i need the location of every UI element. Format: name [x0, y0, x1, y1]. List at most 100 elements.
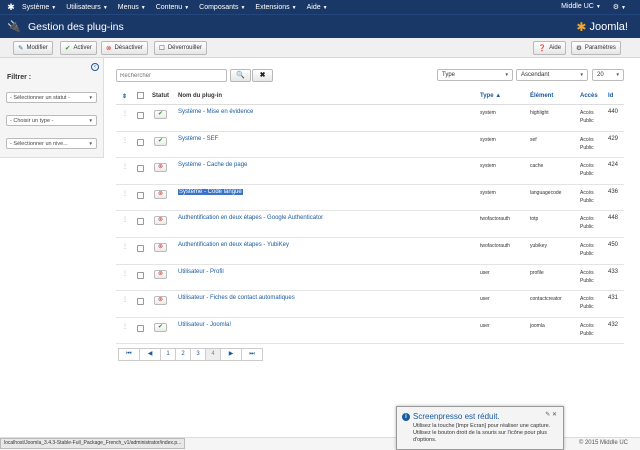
type-filter-select[interactable]: - Choisir un type - ▼	[6, 115, 97, 126]
clear-search-button[interactable]: ✖	[252, 69, 273, 82]
gear-icon[interactable]: ⚙ ▼	[613, 3, 626, 11]
menu-contenu[interactable]: Contenu ▼	[156, 4, 189, 11]
search-button[interactable]: 🔍	[230, 69, 251, 82]
parametres-button[interactable]: ⚙ Paramètres	[571, 41, 621, 55]
row-checkbox[interactable]	[137, 244, 144, 252]
limit-select[interactable]: 20 ▼	[592, 69, 624, 81]
drag-handle-icon[interactable]: ⋮	[122, 270, 128, 277]
menu-utilisateurs[interactable]: Utilisateurs ▼	[66, 4, 108, 11]
col-name[interactable]: Nom du plug-in	[178, 93, 222, 99]
col-access[interactable]: Accès	[580, 93, 598, 99]
plugin-element: languagecode	[530, 189, 562, 196]
drag-handle-icon[interactable]: ⋮	[122, 110, 128, 117]
col-status[interactable]: Statut	[152, 93, 169, 99]
plugin-name-link[interactable]: Système - SEF	[178, 136, 218, 142]
row-checkbox[interactable]	[137, 298, 144, 306]
page-1[interactable]: 1	[160, 348, 176, 361]
page-2[interactable]: 2	[175, 348, 191, 361]
disabled-x-icon[interactable]: ⊗	[154, 242, 167, 252]
page-3[interactable]: 3	[190, 348, 206, 361]
drag-handle-icon[interactable]: ⋮	[122, 216, 128, 223]
col-type[interactable]: Type ▲	[480, 93, 501, 99]
drag-handle-icon[interactable]: ⋮	[122, 137, 128, 144]
next-page-button[interactable]: ▶	[220, 348, 242, 361]
prev-page-button[interactable]: ◀	[139, 348, 161, 361]
drag-handle-icon[interactable]: ⋮	[122, 163, 128, 170]
search-input[interactable]	[116, 69, 227, 82]
button-label: Paramètres	[584, 45, 616, 51]
menu-menus[interactable]: Menus ▼	[118, 4, 146, 11]
drag-handle-icon[interactable]: ⋮	[122, 243, 128, 250]
plugin-name-link[interactable]: Authentification en deux étapes - YubiKe…	[178, 242, 289, 248]
row-checkbox[interactable]	[137, 218, 144, 226]
disabled-x-icon[interactable]: ⊗	[154, 269, 167, 279]
disabled-x-icon[interactable]: ⊗	[154, 189, 167, 199]
modifier-button[interactable]: ✎ Modifier	[13, 41, 53, 55]
row-checkbox[interactable]	[137, 165, 144, 173]
row-checkbox[interactable]	[137, 112, 144, 119]
col-id[interactable]: Id	[608, 93, 613, 99]
disabled-x-icon[interactable]: ⊗	[154, 296, 167, 306]
disabled-x-icon[interactable]: ⊗	[154, 163, 167, 173]
notification-line: Utilisez la touche [Impr Ecran] pour réa…	[413, 423, 551, 429]
page-4-current: 4	[205, 348, 221, 361]
collapse-sidebar-icon[interactable]: ‹	[91, 63, 99, 71]
table-row: ⋮ ⊗ Utilisateur - Fiches de contact automa…	[116, 291, 624, 318]
plugin-name-link[interactable]: Utilisateur - Profil	[178, 269, 224, 275]
filter-sidebar: ‹ Filtrer : - Sélectionner un statut - ▼ …	[0, 58, 104, 158]
level-filter-select[interactable]: - Sélectionner un nive... ▼	[6, 138, 97, 149]
enabled-check-icon[interactable]: ✔	[154, 136, 167, 146]
plugin-name-link[interactable]: Authentification en deux étapes - Google…	[178, 215, 323, 221]
plugin-element: totp	[530, 216, 539, 223]
row-checkbox[interactable]	[137, 324, 144, 332]
chevron-down-icon: ▼	[579, 72, 584, 77]
button-label: Déverrouiller	[167, 45, 202, 51]
select-value: - Sélectionner un statut -	[10, 94, 70, 101]
enabled-check-icon[interactable]: ✔	[154, 110, 167, 119]
drag-handle-icon[interactable]: ⋮	[122, 296, 128, 303]
plugin-name-link[interactable]: Système - Mise en évidence	[178, 109, 253, 115]
pin-icon[interactable]: ✎	[545, 412, 550, 418]
desactiver-button[interactable]: ⊗ Désactiver	[101, 41, 148, 55]
close-icon[interactable]: ✕	[552, 412, 557, 418]
aide-button[interactable]: ❓ Aide	[533, 41, 567, 55]
plugin-name-link[interactable]: Système - Code langue	[178, 188, 243, 195]
user-menu[interactable]: Middle UC ▼	[561, 3, 601, 11]
row-checkbox[interactable]	[137, 191, 144, 199]
menu-systeme[interactable]: Système ▼	[22, 4, 56, 11]
activer-button[interactable]: ✔ Activer	[60, 41, 97, 55]
table-row: ⋮ ⊗ Utilisateur - Profil user profile Accès Pu…	[116, 265, 624, 292]
first-page-button[interactable]: ⏮	[118, 348, 140, 361]
last-page-button[interactable]: ⏭	[241, 348, 263, 361]
chevron-down-icon: ▼	[88, 95, 93, 100]
pagination: ⏮ ◀ 1 2 3 4 ▶ ⏭	[118, 348, 263, 361]
enabled-check-icon[interactable]: ✔	[154, 322, 167, 332]
disabled-x-icon[interactable]: ⊗	[154, 216, 167, 226]
col-element[interactable]: Élément	[530, 93, 553, 99]
menu-label: Utilisateurs	[66, 3, 101, 11]
caret-down-icon: ▼	[102, 4, 108, 11]
status-filter-select[interactable]: - Sélectionner un statut - ▼	[6, 92, 97, 103]
select-all-checkbox[interactable]	[137, 92, 144, 101]
plugin-name-link[interactable]: Utilisateur - Fiches de contact automati…	[178, 295, 295, 301]
plugin-type: user	[480, 296, 490, 303]
first-page-icon: ⏮	[126, 351, 132, 357]
deverrouiller-button[interactable]: ☐ Déverrouiller	[154, 41, 207, 55]
table-row: ⋮ ✔ Système - Mise en évidence system highli…	[116, 105, 624, 132]
menu-composants[interactable]: Composants ▼	[199, 4, 245, 11]
top-navbar: ✱ Système ▼ Utilisateurs ▼ Menus ▼ Contenu ▼…	[0, 0, 640, 14]
drag-handle-icon[interactable]: ⋮	[122, 190, 128, 197]
joomla-icon[interactable]: ✱	[0, 2, 22, 13]
menu-label: Aide	[306, 3, 321, 11]
plugin-name-link[interactable]: Système - Cache de page	[178, 162, 247, 168]
sort-ordering-icon[interactable]: ⇕	[122, 93, 127, 100]
order-direction-select[interactable]: Ascendant ▼	[516, 69, 588, 81]
menu-aide[interactable]: Aide ▼	[307, 4, 328, 11]
plugin-name-link[interactable]: Utilisateur - Joomla!	[178, 322, 231, 328]
plugin-type: user	[480, 269, 490, 276]
row-checkbox[interactable]	[137, 271, 144, 279]
row-checkbox[interactable]	[137, 138, 144, 146]
order-field-select[interactable]: Type ▼	[437, 69, 513, 81]
menu-extensions[interactable]: Extensions ▼	[255, 4, 296, 11]
drag-handle-icon[interactable]: ⋮	[122, 323, 128, 330]
